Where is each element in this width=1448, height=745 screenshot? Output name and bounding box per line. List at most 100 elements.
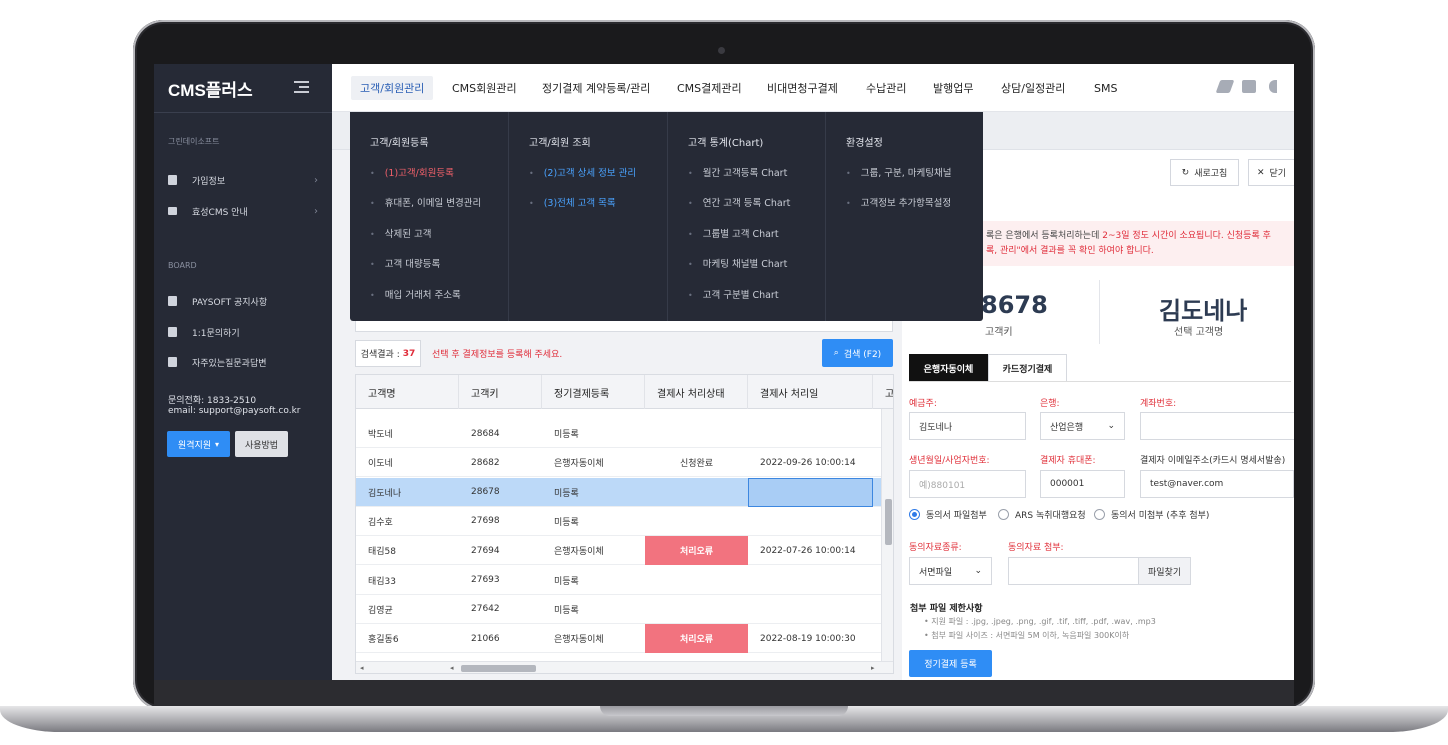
- mega-menu-item[interactable]: (1)고객/회원등록: [370, 165, 454, 179]
- close-button[interactable]: ✕ 닫기: [1248, 159, 1294, 186]
- refresh-button[interactable]: ↻ 새로고침: [1170, 159, 1239, 186]
- refresh-icon: ↻: [1181, 167, 1190, 178]
- sidebar-item-join-info[interactable]: 가입정보 ›: [168, 171, 318, 189]
- radio-no-consent[interactable]: 동의서 미첨부 (추후 첨부): [1094, 508, 1209, 521]
- scroll-left-icon[interactable]: ◂: [360, 664, 364, 672]
- birth-label: 생년월일/사업자번호:: [909, 456, 990, 466]
- radio-button[interactable]: [909, 509, 920, 520]
- scroll-thumb[interactable]: [885, 499, 892, 545]
- mega-col-stats: 고객 통계(Chart) 월간 고객등록 Chart 연간 고객 등록 Chart 그…: [667, 112, 825, 321]
- mega-menu-item[interactable]: (2)고객 상세 정보 관리: [529, 165, 636, 179]
- mega-menu-item[interactable]: 그룹, 구분, 마케팅채널: [846, 165, 952, 179]
- sidebar-item-inquiry[interactable]: 1:1문의하기: [168, 323, 318, 341]
- col-header-key[interactable]: 고객키: [459, 375, 542, 409]
- mega-menu-item[interactable]: 고객정보 추가항목설정: [846, 195, 951, 209]
- table-row[interactable]: 태김58 27694 은행자동이체 처리오류 2022-07-26 10:00:14: [356, 536, 881, 566]
- col-header-overflow[interactable]: 고: [873, 375, 893, 409]
- cell-registration: 은행자동이체: [554, 459, 604, 470]
- account-input[interactable]: [1140, 412, 1294, 440]
- depositor-label: 예금주:: [909, 399, 937, 409]
- register-payment-button[interactable]: 정기결제 등록: [909, 650, 992, 677]
- payer-email-input[interactable]: test@naver.com: [1140, 470, 1294, 498]
- table-row[interactable]: 이도네 28682 은행자동이체 신청완료 2022-09-26 10:00:14: [356, 448, 881, 478]
- bank-select[interactable]: 산업은행 ⌄: [1040, 412, 1125, 440]
- tab-bank-transfer[interactable]: 은행자동이체: [909, 354, 988, 382]
- cell-registration: 은행자동이체: [554, 547, 604, 558]
- mega-menu-item[interactable]: 그룹별 고객 Chart: [688, 226, 779, 240]
- mega-menu-item[interactable]: 휴대폰, 이메일 변경관리: [370, 195, 481, 209]
- cell-date: [748, 595, 873, 624]
- table-row[interactable]: 태김33 27693 미등록: [356, 566, 881, 595]
- app-logo[interactable]: CMS플러스: [168, 76, 253, 101]
- mega-menu-item[interactable]: (3)전체 고객 목록: [529, 195, 616, 209]
- nav-consulting[interactable]: 상담/일정관리: [992, 76, 1074, 100]
- radio-attach-consent[interactable]: 동의서 파일첨부: [909, 508, 987, 521]
- cell-key: 27693: [471, 575, 500, 585]
- mega-col-heading: 고객/회원등록: [370, 138, 429, 149]
- cell-status: 신청완료: [679, 459, 714, 470]
- nav-cms-member[interactable]: CMS회원관리: [443, 76, 526, 100]
- mega-menu-item[interactable]: 월간 고객등록 Chart: [688, 165, 788, 179]
- eraser-icon[interactable]: [1215, 80, 1235, 93]
- cell-key: 28684: [471, 428, 500, 439]
- radio-ars-recording[interactable]: ARS 녹취대행요청: [998, 508, 1086, 521]
- nav-issuance[interactable]: 발행업무: [924, 76, 982, 100]
- mega-menu-item[interactable]: 고객 대량등록: [370, 256, 440, 270]
- table-row[interactable]: 박도네 28684 미등록: [356, 419, 881, 448]
- col-header-status[interactable]: 결제사 처리상태: [645, 375, 748, 409]
- close-icon: ✕: [1256, 167, 1265, 178]
- cell-key: 28678: [471, 487, 500, 498]
- nav-recurring-contract[interactable]: 정기결제 계약등록/관리: [533, 76, 659, 100]
- mega-menu-item[interactable]: 연간 고객 등록 Chart: [688, 195, 791, 209]
- mega-col-heading: 고객/회원 조회: [529, 138, 591, 149]
- search-button[interactable]: ⌕ 검색 (F2): [822, 339, 893, 367]
- cell-status: [645, 507, 748, 536]
- chevron-down-icon: ⌄: [1107, 421, 1115, 431]
- col-header-date[interactable]: 결제사 처리일: [748, 375, 873, 409]
- nav-collection[interactable]: 수납관리: [857, 76, 915, 100]
- consent-file-input[interactable]: [1008, 557, 1139, 585]
- birth-input[interactable]: 예)880101: [909, 470, 1026, 498]
- user-icon[interactable]: [1269, 80, 1277, 93]
- mega-menu-item[interactable]: 매입 거래처 주소록: [370, 287, 461, 301]
- grid-icon[interactable]: [1242, 80, 1256, 93]
- mega-menu-item[interactable]: 고객 구분별 Chart: [688, 287, 779, 301]
- vertical-scrollbar[interactable]: [881, 409, 893, 661]
- col-header-registration[interactable]: 정기결제등록: [542, 375, 645, 409]
- tab-card-recurring[interactable]: 카드정기결제: [988, 354, 1067, 382]
- scroll-left-icon[interactable]: ◂: [450, 664, 454, 672]
- sidebar-item-hyosung-guide[interactable]: 효성CMS 안내 ›: [168, 202, 318, 220]
- sidebar-item-faq[interactable]: 자주있는질문과답변: [168, 353, 318, 371]
- nav-contactless-billing[interactable]: 비대면청구결제: [758, 76, 847, 100]
- payer-phone-input[interactable]: 000001: [1040, 470, 1125, 498]
- table-row[interactable]: 김영균 27642 미등록: [356, 595, 881, 624]
- horizontal-scrollbar[interactable]: ◂ ◂ ▸: [356, 661, 893, 673]
- bank-label: 은행:: [1040, 399, 1060, 409]
- guide-button[interactable]: 사용방법: [235, 431, 288, 457]
- remote-support-button[interactable]: 원격지원 ▾: [167, 431, 230, 457]
- depositor-input[interactable]: 김도네나: [909, 412, 1026, 440]
- table-row[interactable]: 김수호 27698 미등록: [356, 507, 881, 536]
- mega-menu-item[interactable]: 삭제된 고객: [370, 226, 432, 240]
- nav-customer-management[interactable]: 고객/회원관리: [351, 76, 434, 100]
- menu-toggle-icon[interactable]: [294, 81, 309, 95]
- nav-cms-payment[interactable]: CMS결제관리: [668, 76, 751, 100]
- nav-sms[interactable]: SMS: [1085, 76, 1126, 100]
- cell-registration: 은행자동이체: [554, 635, 604, 646]
- table-row[interactable]: 김도네나 28678 미등록: [356, 477, 881, 507]
- scroll-right-icon[interactable]: ▸: [871, 664, 875, 672]
- result-count: 37: [402, 348, 416, 359]
- mega-menu-item[interactable]: 마케팅 채널별 Chart: [688, 256, 788, 270]
- consent-type-select[interactable]: 서면파일 ⌄: [909, 557, 992, 585]
- close-label: 닫기: [1269, 169, 1287, 179]
- col-header-name[interactable]: 고객명: [356, 375, 459, 409]
- radio-button[interactable]: [998, 509, 1009, 520]
- table-row[interactable]: 홍길동6 21066 은행자동이체 처리오류 2022-08-19 10:00:30: [356, 624, 881, 654]
- radio-button[interactable]: [1094, 509, 1105, 520]
- scroll-thumb[interactable]: [461, 665, 536, 672]
- sidebar-item-notice[interactable]: PAYSOFT 공지사항: [168, 292, 318, 310]
- limit-line-size: • 첨부 파일 사이즈 : 서면파일 5M 이하, 녹음파일 300K이하: [924, 631, 1130, 640]
- find-file-button[interactable]: 파일찾기: [1138, 557, 1191, 585]
- sidebar: CMS플러스 그린데이소프트 가입정보 › 효성CMS 안내 › BOARD P…: [154, 64, 332, 680]
- sidebar-item-label: 자주있는질문과답변: [192, 358, 267, 369]
